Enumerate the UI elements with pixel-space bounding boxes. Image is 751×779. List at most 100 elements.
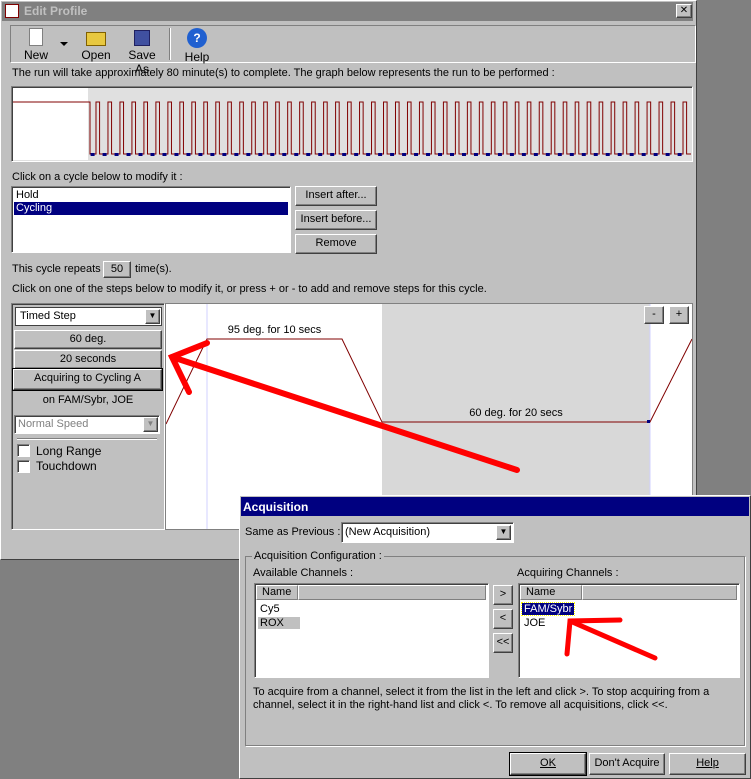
acquire-mark [473, 153, 478, 156]
acquire-mark [162, 153, 167, 156]
column-header-blank [298, 585, 486, 600]
floppy-disk-icon [134, 30, 150, 46]
column-header-name[interactable]: Name [520, 585, 582, 600]
acquire-mark [449, 153, 454, 156]
speed-select[interactable]: Normal Speed ▼ [14, 415, 160, 434]
acquire-mark [198, 153, 203, 156]
acquire-mark [557, 153, 562, 156]
acquire-mark [521, 153, 526, 156]
open-button[interactable]: Open [80, 28, 112, 62]
acquire-mark [390, 153, 395, 156]
same-as-previous-value: (New Acquisition) [345, 526, 430, 538]
acquire-mark [222, 153, 227, 156]
app-icon [5, 4, 19, 18]
help-button[interactable]: ? Help [182, 28, 212, 64]
acquire-mark [234, 153, 239, 156]
chevron-down-icon[interactable]: ▼ [496, 525, 511, 540]
temperature-button[interactable]: 60 deg. [14, 330, 162, 349]
long-range-label: Long Range [36, 444, 102, 458]
acquire-mark [186, 153, 191, 156]
folder-icon [86, 32, 106, 46]
step1-label[interactable]: 95 deg. for 10 secs [207, 324, 342, 336]
available-channels-list[interactable]: Name Cy5 ROX [254, 583, 489, 678]
acquire-channels-text: on FAM/Sybr, JOE [42, 394, 134, 406]
acquire-mark [378, 153, 383, 156]
touchdown-label: Touchdown [36, 459, 97, 473]
acquire-mark [294, 153, 299, 156]
acquire-mark [90, 153, 95, 156]
cycles-list[interactable]: Hold Cycling [11, 186, 291, 253]
channel-item-fam-sybr[interactable]: FAM/Sybr [520, 602, 576, 616]
run-profile-svg [13, 88, 691, 160]
group-label: Acquisition Configuration : [252, 550, 384, 562]
acquisition-dialog: Acquisition Same as Previous : (New Acqu… [239, 495, 751, 779]
annotation-arrow-icon [564, 617, 658, 661]
new-button[interactable]: New [20, 28, 52, 62]
cycle-item-cycling[interactable]: Cycling [14, 202, 288, 215]
acquire-mark [342, 153, 347, 156]
run-profile-graph [11, 86, 693, 162]
acquire-mark [509, 153, 514, 156]
repeat-count-input[interactable]: 50 [103, 261, 131, 278]
acquire-mark [282, 153, 287, 156]
cycles-prompt: Click on a cycle below to modify it : [12, 171, 183, 183]
insert-after-button[interactable]: Insert after... [295, 186, 377, 206]
acquire-mark [653, 153, 658, 156]
repeat-prefix: This cycle repeats [12, 263, 101, 275]
acquire-mark [485, 153, 490, 156]
acquire-mark [210, 153, 215, 156]
step-type-select[interactable]: Timed Step ▼ [15, 307, 162, 326]
close-button[interactable]: ✕ [676, 4, 692, 18]
cycle-item-hold[interactable]: Hold [14, 189, 288, 202]
long-range-checkbox[interactable] [17, 444, 30, 457]
acquire-mark [366, 153, 371, 156]
remove-step-button[interactable]: - [644, 306, 664, 324]
step2-label[interactable]: 60 deg. for 20 secs [382, 407, 650, 419]
channel-item-cy5[interactable]: Cy5 [259, 603, 281, 615]
acquire-mark [174, 153, 179, 156]
help-icon: ? [187, 28, 207, 48]
add-step-button[interactable]: + [669, 306, 689, 324]
new-document-icon [29, 28, 43, 46]
available-label: Available Channels : [253, 567, 354, 579]
column-header-blank [582, 585, 737, 600]
toolbar [10, 25, 696, 63]
same-as-previous-select[interactable]: (New Acquisition) ▼ [341, 522, 514, 543]
channel-item-rox[interactable]: ROX [258, 617, 300, 629]
acquire-mark [318, 153, 323, 156]
acquire-mark [497, 153, 502, 156]
new-dropdown-arrow-icon[interactable] [60, 42, 68, 46]
touchdown-checkbox[interactable] [17, 460, 30, 473]
help-dialog-button[interactable]: Help [669, 753, 746, 775]
title-bar: Edit Profile [2, 2, 693, 21]
chevron-down-icon[interactable]: ▼ [145, 309, 160, 324]
help-label: Help [184, 50, 210, 64]
add-channel-button[interactable]: > [493, 585, 513, 605]
divider [17, 438, 157, 440]
acquisition-help-text: To acquire from a channel, select it fro… [253, 686, 710, 711]
acquire-mark [102, 153, 107, 156]
channel-item-joe[interactable]: JOE [523, 617, 546, 629]
time-button[interactable]: 20 seconds [14, 350, 162, 369]
acquire-mark [426, 153, 431, 156]
acquire-mark [677, 153, 682, 156]
acquire-mark [647, 420, 650, 423]
acquire-button[interactable]: Acquiring to Cycling A [12, 368, 163, 391]
acquire-mark [246, 153, 251, 156]
insert-before-button[interactable]: Insert before... [295, 210, 377, 230]
column-header-name[interactable]: Name [256, 585, 298, 600]
chevron-down-icon: ▼ [143, 417, 158, 432]
acquire-mark [665, 153, 670, 156]
acquire-mark [438, 153, 443, 156]
remove-channel-button[interactable]: < [493, 609, 513, 629]
ok-button[interactable]: OK [509, 752, 587, 776]
hold-region [13, 88, 88, 160]
dont-acquire-button[interactable]: Don't Acquire [589, 753, 665, 775]
remove-all-channels-button[interactable]: << [493, 633, 513, 653]
remove-button[interactable]: Remove [295, 234, 377, 254]
repeat-suffix: time(s). [135, 263, 172, 275]
acquire-mark [414, 153, 419, 156]
acquire-mark [126, 153, 131, 156]
acquire-mark [138, 153, 143, 156]
dialog-title-bar: Acquisition [241, 497, 749, 516]
